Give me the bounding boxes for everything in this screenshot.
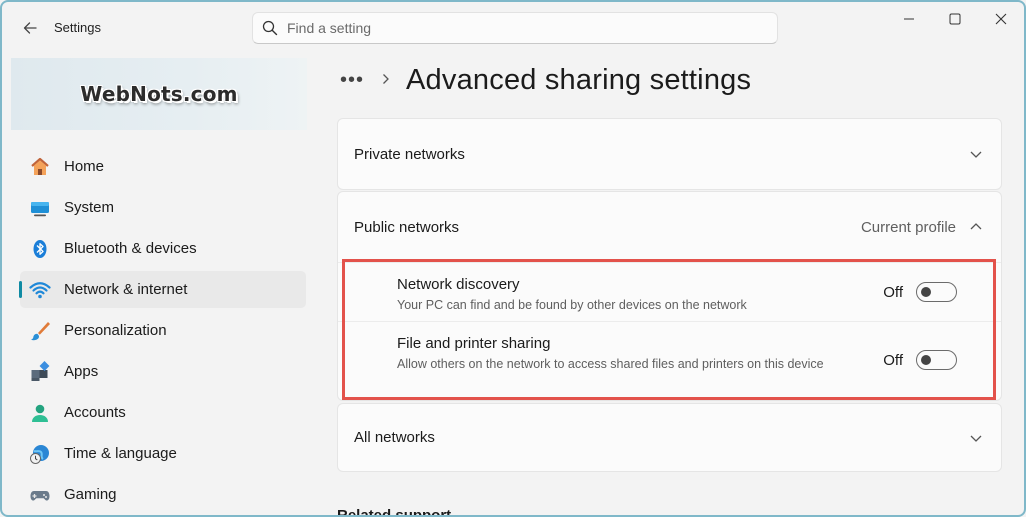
home-icon	[28, 155, 52, 179]
current-profile-tag: Current profile	[860, 218, 956, 236]
sidebar-item-label: Apps	[64, 363, 99, 380]
sidebar-item-network[interactable]: Network & internet	[19, 271, 306, 308]
maximize-icon	[949, 13, 961, 25]
sidebar-item-label: Gaming	[64, 486, 117, 503]
sidebar-item-home[interactable]: Home	[20, 148, 306, 185]
chevron-down-icon	[970, 151, 982, 158]
minimize-button[interactable]	[886, 2, 932, 36]
sidebar-item-time-language[interactable]: Time & language	[20, 435, 306, 472]
sidebar-item-label: Network & internet	[64, 281, 188, 298]
all-networks-card[interactable]: All networks	[337, 403, 1002, 472]
network-discovery-row: Network discovery Your PC can find and b…	[338, 262, 1001, 321]
network-discovery-description: Your PC can find and be found by other d…	[397, 298, 747, 312]
public-networks-label: Public networks	[354, 218, 460, 236]
network-discovery-toggle[interactable]	[916, 282, 957, 302]
apps-icon	[28, 360, 52, 384]
search-icon	[253, 20, 287, 36]
file-printer-sharing-state: Off	[883, 351, 903, 369]
private-networks-card[interactable]: Private networks	[337, 118, 1002, 190]
sidebar-item-label: System	[64, 199, 115, 216]
sidebar-item-accounts[interactable]: Accounts	[20, 394, 306, 431]
sidebar-item-bluetooth[interactable]: Bluetooth & devices	[20, 230, 306, 267]
maximize-button[interactable]	[932, 2, 978, 36]
sidebar-item-apps[interactable]: Apps	[20, 353, 306, 390]
sidebar-item-gaming[interactable]: Gaming	[20, 476, 306, 513]
brush-icon	[28, 319, 52, 343]
back-arrow-icon	[23, 22, 37, 34]
page-title: Advanced sharing settings	[406, 63, 752, 96]
public-networks-header[interactable]: Public networks Current profile	[338, 192, 1001, 262]
close-button[interactable]	[978, 2, 1024, 36]
breadcrumb: ••• Advanced sharing settings	[340, 60, 751, 100]
breadcrumb-more-button[interactable]: •••	[340, 69, 364, 92]
wifi-icon	[28, 278, 52, 302]
sidebar-item-label: Time & language	[64, 445, 177, 462]
sidebar-item-personalization[interactable]: Personalization	[20, 312, 306, 349]
chevron-up-icon	[970, 223, 982, 230]
time-language-icon	[28, 442, 52, 466]
file-printer-sharing-toggle[interactable]	[916, 350, 957, 370]
minimize-icon	[904, 18, 914, 20]
sidebar-nav: Home System Bluetooth & devices Network …	[19, 148, 306, 515]
gaming-icon	[28, 483, 52, 507]
file-printer-sharing-description: Allow others on the network to access sh…	[397, 357, 824, 371]
file-printer-sharing-row: File and printer sharing Allow others on…	[338, 321, 1001, 401]
private-networks-label: Private networks	[354, 145, 465, 163]
search-box[interactable]	[252, 12, 778, 44]
window-controls	[886, 2, 1024, 38]
close-icon	[995, 13, 1007, 25]
back-button[interactable]	[16, 14, 44, 42]
public-networks-card: Public networks Current profile Network …	[337, 191, 1002, 401]
site-logo: WebNots.com	[80, 82, 238, 106]
settings-window: Settings WebNots.com	[0, 0, 1026, 517]
title-bar: Settings	[2, 2, 1024, 54]
sidebar-item-label: Bluetooth & devices	[64, 240, 197, 257]
app-title: Settings	[54, 20, 101, 35]
sidebar-item-label: Personalization	[64, 322, 167, 339]
file-printer-sharing-toggle-wrap: Off	[883, 350, 957, 370]
toggle-knob	[921, 355, 931, 365]
related-support-heading: Related support	[337, 507, 452, 517]
sidebar-item-label: Home	[64, 158, 105, 175]
chevron-down-icon	[970, 435, 982, 442]
logo-banner: WebNots.com	[11, 58, 307, 130]
system-icon	[28, 196, 52, 220]
bluetooth-icon	[28, 237, 52, 261]
network-discovery-state: Off	[883, 283, 903, 301]
sidebar-item-system[interactable]: System	[20, 189, 306, 226]
toggle-knob	[921, 287, 931, 297]
all-networks-label: All networks	[354, 429, 435, 446]
sidebar-item-label: Accounts	[64, 404, 126, 421]
chevron-right-icon	[382, 72, 390, 88]
search-input[interactable]	[287, 20, 747, 36]
network-discovery-toggle-wrap: Off	[883, 282, 957, 302]
accounts-icon	[28, 401, 52, 425]
